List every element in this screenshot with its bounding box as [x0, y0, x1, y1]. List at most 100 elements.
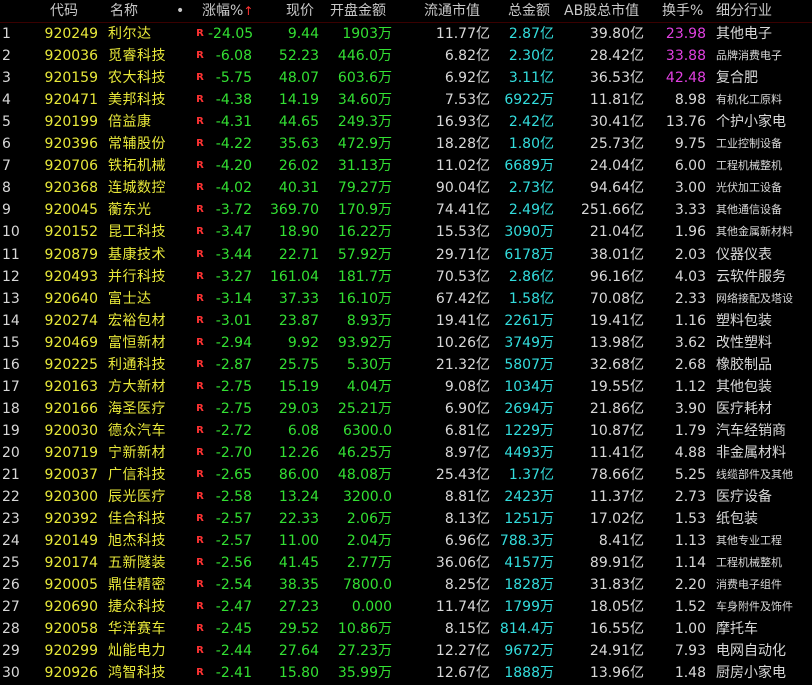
stock-name: 基康技术 [108, 246, 166, 263]
table-row[interactable]: 30 920926 鸿智科技 R -2.41 15.80 35.99万 12.67亿 1888万… [0, 662, 812, 684]
table-row[interactable]: 29 920299 灿能电力 R -2.44 27.64 27.23万 12.27亿 9672万… [0, 640, 812, 662]
col-header-open-amount[interactable]: 开盘金额 [330, 0, 386, 22]
stock-name: 鼎佳精密 [108, 577, 166, 594]
table-row[interactable]: 27 920690 捷众科技 R -2.47 27.23 0.000 11.74亿 1799万 1… [0, 596, 812, 618]
table-row[interactable]: 23 920392 佳合科技 R -2.57 22.33 2.06万 8.13亿 1251万 17… [0, 508, 812, 530]
table-row[interactable]: 7 920706 铁拓机械 R -4.20 26.02 31.13万 11.02亿 6689万 2… [0, 155, 812, 177]
current-price: 37.33 [278, 290, 319, 307]
ab-market-cap: 24.04亿 [589, 158, 644, 175]
industry: 线缆部件及其他 [716, 468, 793, 481]
table-row[interactable]: 24 920149 旭杰科技 R -2.57 11.00 2.04万 6.96亿 788.3万 8… [0, 530, 812, 552]
float-market-cap: 18.28亿 [435, 136, 490, 153]
change-pct: -6.08 [215, 48, 252, 65]
industry: 非金属材料 [716, 444, 786, 461]
table-row[interactable]: 15 920469 富恒新材 R -2.94 9.92 93.92万 10.26亿 3749万 1… [0, 332, 812, 354]
stock-name: 并行科技 [108, 268, 166, 285]
change-pct: -2.70 [215, 444, 252, 461]
table-row[interactable]: 13 920640 富士达 R -3.14 37.33 16.10万 67.42亿 1.58亿 7… [0, 288, 812, 310]
table-row[interactable]: 16 920225 利通科技 R -2.87 25.75 5.30万 21.32亿 5807万 3… [0, 354, 812, 376]
stock-code: 920058 [44, 621, 98, 638]
turnover-pct: 1.16 [674, 312, 706, 329]
row-index: 11 [2, 246, 20, 263]
ab-market-cap: 21.86亿 [589, 400, 644, 417]
industry: 其他包装 [716, 378, 772, 395]
table-row[interactable]: 12 920493 并行科技 R -3.27 161.04 181.7万 70.53亿 2.86… [0, 266, 812, 288]
table-row[interactable]: 14 920274 宏裕包材 R -3.01 23.87 8.93万 19.41亿 2261万 1… [0, 310, 812, 332]
table-row[interactable]: 17 920163 方大新材 R -2.75 15.19 4.04万 9.08亿 1034万 19… [0, 376, 812, 398]
open-amount: 25.21万 [337, 400, 392, 417]
table-row[interactable]: 10 920152 昆工科技 R -3.47 18.90 16.22万 15.53亿 3090万… [0, 221, 812, 243]
table-row[interactable]: 6 920396 常辅股份 R -4.22 35.63 472.9万 18.28亿 1.80亿 2… [0, 133, 812, 155]
float-market-cap: 67.42亿 [435, 290, 490, 307]
table-row[interactable]: 9 920045 蘅东光 R -3.72 369.70 170.9万 74.41亿 2.49亿 2… [0, 199, 812, 221]
col-header-change[interactable]: 涨幅%↑ [202, 0, 253, 22]
float-market-cap: 7.53亿 [444, 92, 490, 109]
table-row[interactable]: 18 920166 海圣医疗 R -2.75 29.03 25.21万 6.90亿 2694万 2… [0, 398, 812, 420]
stock-code: 920274 [44, 312, 98, 329]
ab-market-cap: 21.04亿 [589, 224, 644, 241]
turnover-pct: 1.96 [674, 224, 706, 241]
industry: 电网自动化 [716, 643, 786, 660]
table-row[interactable]: 11 920879 基康技术 R -3.44 22.71 57.92万 29.71亿 6178万… [0, 244, 812, 266]
r-badge: R [196, 446, 204, 458]
open-amount: 249.3万 [337, 114, 392, 131]
table-row[interactable]: 8 920368 连城数控 R -4.02 40.31 79.27万 90.04亿 2.73亿 9… [0, 177, 812, 199]
industry: 工程机械整机 [716, 159, 782, 173]
open-amount: 7800.0 [343, 577, 392, 594]
current-price: 12.26 [278, 444, 319, 461]
col-header-ab-mcap[interactable]: AB股总市值 [564, 0, 639, 22]
r-badge: R [196, 160, 204, 172]
turnover-pct: 2.68 [674, 356, 706, 373]
row-index: 23 [2, 511, 20, 528]
industry: 有机化工原料 [716, 93, 782, 107]
change-pct: -2.57 [215, 533, 252, 550]
float-market-cap: 29.71亿 [435, 246, 490, 263]
table-row[interactable]: 4 920471 美邦科技 R -4.38 14.19 34.60万 7.53亿 6922万 11… [0, 89, 812, 111]
table-row[interactable]: 22 920300 辰光医疗 R -2.58 13.24 3200.0 8.81亿 2423万 1… [0, 486, 812, 508]
change-pct: -2.87 [215, 356, 252, 373]
float-market-cap: 8.13亿 [444, 511, 490, 528]
turnover-pct: 33.88 [665, 48, 706, 65]
col-header-amount[interactable]: 总金额 [508, 0, 550, 22]
turnover-pct: 2.33 [674, 290, 706, 307]
total-amount: 3749万 [504, 334, 554, 351]
current-price: 11.00 [278, 533, 319, 550]
table-row[interactable]: 1 920249 利尔达 R -24.05 9.44 1903万 11.77亿 2.87亿 39.… [0, 23, 812, 45]
total-amount: 1.58亿 [508, 290, 554, 307]
stock-name: 觅睿科技 [108, 48, 166, 65]
col-header-turnover[interactable]: 换手% [662, 0, 703, 22]
table-row[interactable]: 26 920005 鼎佳精密 R -2.54 38.35 7800.0 8.25亿 1828万 3… [0, 574, 812, 596]
table-row[interactable]: 20 920719 宁新新材 R -2.70 12.26 46.25万 8.97亿 4493万 1… [0, 442, 812, 464]
float-market-cap: 8.25亿 [444, 577, 490, 594]
current-price: 52.23 [278, 48, 319, 65]
table-row[interactable]: 3 920159 农大科技 R -5.75 48.07 603.6万 6.92亿 3.11亿 36… [0, 67, 812, 89]
col-header-float-mcap[interactable]: 流通市值 [424, 0, 480, 22]
ab-market-cap: 251.66亿 [581, 202, 644, 219]
stock-code: 920149 [44, 533, 98, 550]
table-row[interactable]: 5 920199 倍益康 R -4.31 44.65 249.3万 16.93亿 2.42亿 30… [0, 111, 812, 133]
current-price: 86.00 [278, 467, 319, 483]
r-badge: R [196, 424, 204, 436]
stock-name: 宁新新材 [108, 444, 166, 461]
industry: 工程机械整机 [716, 556, 782, 570]
r-badge: R [196, 491, 204, 503]
turnover-pct: 3.00 [674, 180, 706, 197]
stock-code: 920690 [44, 599, 98, 616]
table-row[interactable]: 28 920058 华洋赛车 R -2.45 29.52 10.86万 8.15亿 814.4万… [0, 618, 812, 640]
open-amount: 472.9万 [337, 136, 392, 153]
table-row[interactable]: 2 920036 觅睿科技 R -6.08 52.23 446.0万 6.82亿 2.30亿 28… [0, 45, 812, 67]
turnover-pct: 6.00 [674, 158, 706, 175]
col-header-price[interactable]: 现价 [286, 0, 314, 22]
industry: 医疗设备 [716, 489, 772, 506]
stock-code: 920037 [44, 467, 98, 483]
col-header-name[interactable]: 名称 [110, 0, 138, 22]
table-row[interactable]: 19 920030 德众汽车 R -2.72 6.08 6300.0 6.81亿 1229万 10… [0, 420, 812, 442]
col-header-industry[interactable]: 细分行业 [716, 0, 772, 22]
ab-market-cap: 11.81亿 [589, 92, 644, 109]
change-pct: -2.65 [215, 467, 252, 483]
col-header-code[interactable]: 代码 [50, 0, 78, 22]
r-badge: R [196, 358, 204, 370]
table-row[interactable]: 21 920037 广信科技 R -2.65 86.00 48.08万 25.43亿 1.37亿… [0, 464, 812, 486]
total-amount: 6922万 [504, 92, 554, 109]
table-row[interactable]: 25 920174 五新隧装 R -2.56 41.45 2.77万 36.06亿 4157万 8… [0, 552, 812, 574]
